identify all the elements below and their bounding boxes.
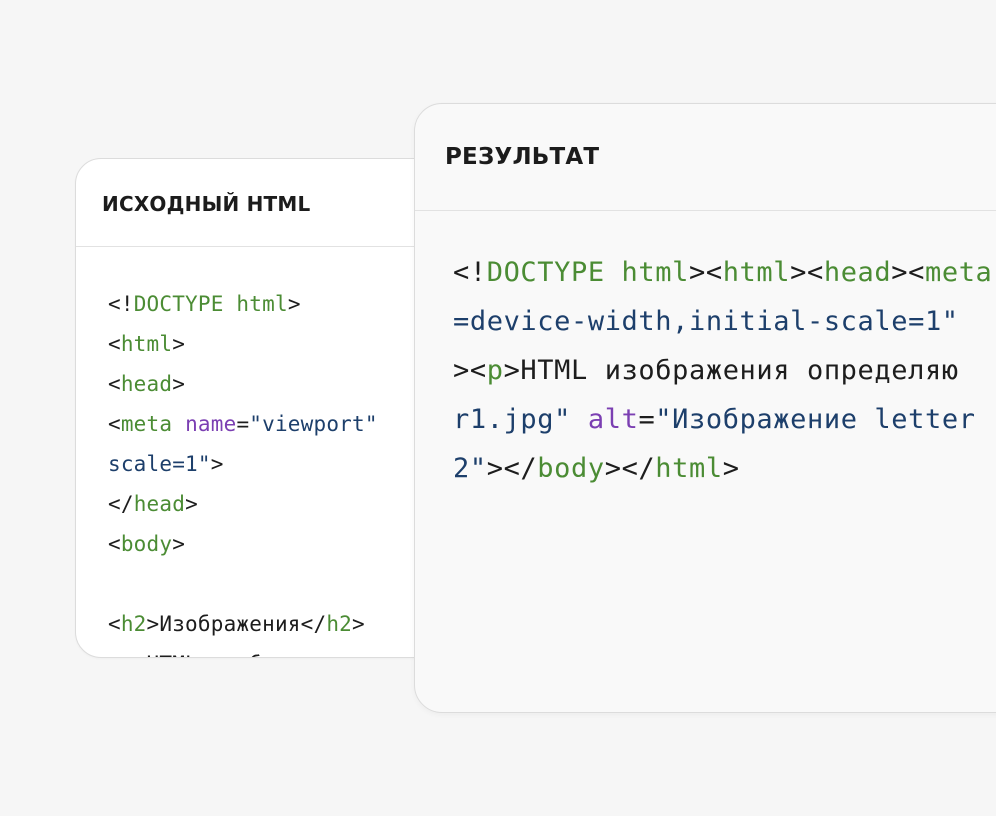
code-token: html	[120, 332, 173, 356]
code-token: DOCTYPE html	[133, 292, 288, 316]
code-token: r1.jpg"	[453, 404, 571, 435]
code-token: <!	[108, 292, 134, 316]
code-token: >	[185, 492, 198, 516]
code-token: ><	[688, 257, 723, 288]
code-token: <	[108, 532, 121, 556]
code-token: alt	[587, 404, 639, 435]
code-token: >HTML изображения о	[134, 652, 378, 657]
code-token: head	[133, 492, 186, 516]
code-token: head	[120, 372, 173, 396]
code-token: body	[120, 532, 173, 556]
code-token: >	[172, 372, 186, 396]
code-token: <	[108, 412, 121, 436]
code-token: >	[210, 452, 224, 476]
code-token: h2	[120, 612, 147, 636]
code-token: meta	[924, 257, 993, 288]
code-line: 2"></body></html>	[453, 444, 996, 493]
code-token: ></	[486, 453, 538, 484]
code-token: html	[722, 257, 791, 288]
code-token: "viewport"	[249, 412, 378, 436]
code-token: >	[172, 332, 186, 356]
code-token: scale=1"	[108, 452, 211, 476]
code-token: >	[722, 453, 740, 484]
code-token: >	[172, 532, 186, 556]
code-token: body	[537, 453, 605, 484]
code-token: >	[352, 612, 365, 636]
code-token: =	[236, 412, 250, 436]
code-line: =device-width,initial-scale=1"	[453, 297, 996, 346]
code-token: <!	[453, 257, 487, 288]
code-token: >Изображения</	[146, 612, 327, 636]
code-token: "Изображение letter	[655, 404, 976, 435]
code-token: <	[108, 612, 121, 636]
code-token: ><	[891, 257, 925, 288]
code-token: ><	[453, 355, 487, 386]
code-token: >HTML изображения определяю	[503, 355, 959, 386]
code-token: =	[638, 404, 656, 435]
code-token: ><	[790, 257, 824, 288]
code-token: >	[287, 292, 301, 316]
code-token: <	[108, 332, 121, 356]
code-token: head	[823, 257, 892, 288]
code-token: ></	[604, 453, 656, 484]
code-token: name	[185, 412, 237, 436]
code-token: p	[121, 652, 134, 657]
code-token: h2	[326, 612, 353, 636]
result-panel-title: РЕЗУЛЬТАТ	[415, 104, 996, 211]
code-token: <	[108, 372, 121, 396]
code-token: =device-width,initial-scale=1"	[453, 306, 959, 337]
code-token: DOCTYPE html	[486, 257, 689, 288]
code-line: ><p>HTML изображения определяю	[453, 346, 996, 395]
result-panel: РЕЗУЛЬТАТ <!DOCTYPE html><html><head><me…	[414, 103, 996, 713]
code-token: </	[108, 492, 134, 516]
code-token: p	[486, 355, 504, 386]
code-token: <	[108, 652, 121, 657]
code-token: html	[655, 453, 723, 484]
code-token: 2"	[453, 453, 487, 484]
code-line: r1.jpg" alt="Изображение letter	[453, 395, 996, 444]
result-code-block: <!DOCTYPE html><html><head><meta =device-…	[415, 211, 996, 493]
code-line: <!DOCTYPE html><html><head><meta	[453, 248, 996, 297]
code-token: meta	[120, 412, 173, 436]
